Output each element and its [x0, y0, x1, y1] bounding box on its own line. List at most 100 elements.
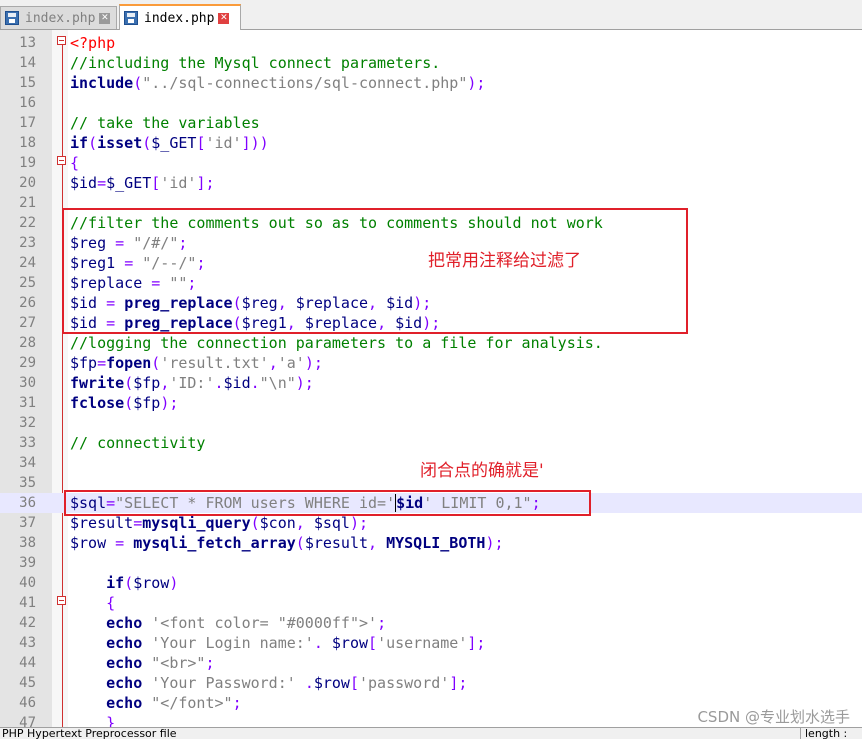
line-number: 25	[19, 275, 36, 291]
code-line[interactable]: 19 {	[0, 153, 862, 173]
code-token: if	[106, 574, 125, 592]
line-number: 33	[19, 435, 36, 451]
code-token: "../sql-connections/sql-connect.php"	[142, 74, 468, 92]
filter-annotation: 把常用注释给过滤了	[428, 251, 581, 271]
code-token: <?php	[70, 34, 116, 52]
line-number: 15	[19, 75, 36, 91]
line-number: 21	[19, 195, 36, 211]
line-number: 20	[19, 175, 36, 191]
close-icon[interactable]: ✕	[218, 12, 230, 24]
code-token: "\n"	[259, 374, 296, 392]
code-token: "</font>"	[151, 694, 233, 712]
code-token: ];	[449, 674, 468, 692]
code-line[interactable]: 33 // connectivity	[0, 433, 862, 453]
code-token: .	[304, 674, 314, 692]
code-line[interactable]: 43 echo 'Your Login name:'. $row['userna…	[0, 633, 862, 653]
code-text: $row = mysqli_fetch_array($result, MYSQL…	[70, 533, 504, 553]
code-line[interactable]: 20 $id=$_GET['id'];	[0, 173, 862, 193]
code-text: <?php	[70, 33, 115, 53]
code-line[interactable]: 14 //including the Mysql connect paramete…	[0, 53, 862, 73]
code-line[interactable]: 32	[0, 413, 862, 433]
code-text: echo 'Your Password:' .$row['password'];	[70, 673, 467, 693]
code-line[interactable]: 44 echo "<br>";	[0, 653, 862, 673]
code-line[interactable]: 18 if(isset($_GET['id']))	[0, 133, 862, 153]
code-token: 'id'	[205, 134, 242, 152]
code-line[interactable]: 30 fwrite($fp,'ID:'.$id."\n");	[0, 373, 862, 393]
line-number: 36	[19, 495, 36, 511]
code-token: {	[106, 594, 116, 612]
code-text: if($row)	[70, 573, 178, 593]
line-number: 23	[19, 235, 36, 251]
code-token: echo	[106, 654, 143, 672]
code-text: {	[70, 593, 115, 613]
code-line[interactable]: 38 $row = mysqli_fetch_array($result, MYS…	[0, 533, 862, 553]
code-token: ];	[467, 634, 486, 652]
close-icon[interactable]: ✕	[99, 12, 111, 24]
code-line[interactable]: 31 fclose($fp);	[0, 393, 862, 413]
code-token: 'username'	[377, 634, 468, 652]
code-token: (	[124, 574, 134, 592]
tab-index-php-inactive[interactable]: index.php ✕	[0, 6, 117, 29]
code-line[interactable]: 42 echo '<font color= "#0000ff">';	[0, 613, 862, 633]
code-token: =	[97, 174, 107, 192]
code-line[interactable]: 41 {	[0, 593, 862, 613]
line-number: 37	[19, 515, 36, 531]
code-text: fclose($fp);	[70, 393, 178, 413]
line-number: 24	[19, 255, 36, 271]
code-token: (	[295, 534, 305, 552]
code-token: (	[124, 374, 134, 392]
code-token: fclose	[70, 394, 125, 412]
code-token: 'a'	[277, 354, 305, 372]
line-number: 26	[19, 295, 36, 311]
line-number: 27	[19, 315, 36, 331]
code-line[interactable]: 28 //logging the connection parameters to…	[0, 333, 862, 353]
code-token: $sql	[313, 514, 350, 532]
code-text: include("../sql-connections/sql-connect.…	[70, 73, 485, 93]
code-line[interactable]: 29 $fp=fopen('result.txt','a');	[0, 353, 862, 373]
code-text: echo 'Your Login name:'. $row['username'…	[70, 633, 485, 653]
code-token: =	[115, 534, 125, 552]
code-text: }	[70, 713, 115, 727]
line-number: 17	[19, 115, 36, 131]
code-text: // connectivity	[70, 433, 205, 453]
line-number: 16	[19, 95, 36, 111]
code-token: // connectivity	[70, 434, 206, 452]
code-token: ,	[368, 534, 378, 552]
code-text: //logging the connection parameters to a…	[70, 333, 603, 353]
line-number: 30	[19, 375, 36, 391]
code-line[interactable]: 15 include("../sql-connections/sql-connec…	[0, 73, 862, 93]
tab-label: index.php	[25, 10, 96, 26]
code-line[interactable]: 45 echo 'Your Password:' .$row['password…	[0, 673, 862, 693]
line-number: 14	[19, 55, 36, 71]
code-token: {	[70, 154, 80, 172]
code-token: echo	[106, 614, 143, 632]
code-line[interactable]: 39	[0, 553, 862, 573]
code-token: $_GET	[151, 134, 197, 152]
code-line[interactable]: 17 // take the variables	[0, 113, 862, 133]
code-token: );	[295, 374, 314, 392]
code-line[interactable]: 40 if($row)	[0, 573, 862, 593]
code-token: $fp	[70, 354, 98, 372]
code-token: (	[124, 394, 134, 412]
code-line[interactable]: 16	[0, 93, 862, 113]
code-token: );	[160, 394, 179, 412]
code-token: )	[169, 574, 179, 592]
code-line[interactable]: 13 <?php	[0, 33, 862, 53]
code-token: isset	[97, 134, 143, 152]
code-line[interactable]: 37 $result=mysqli_query($con, $sql);	[0, 513, 862, 533]
tab-index-php-active[interactable]: index.php ✕	[119, 4, 241, 30]
line-number: 13	[19, 35, 36, 51]
code-editor[interactable]: 13 <?php 14 //including the Mysql connect p…	[0, 30, 862, 727]
